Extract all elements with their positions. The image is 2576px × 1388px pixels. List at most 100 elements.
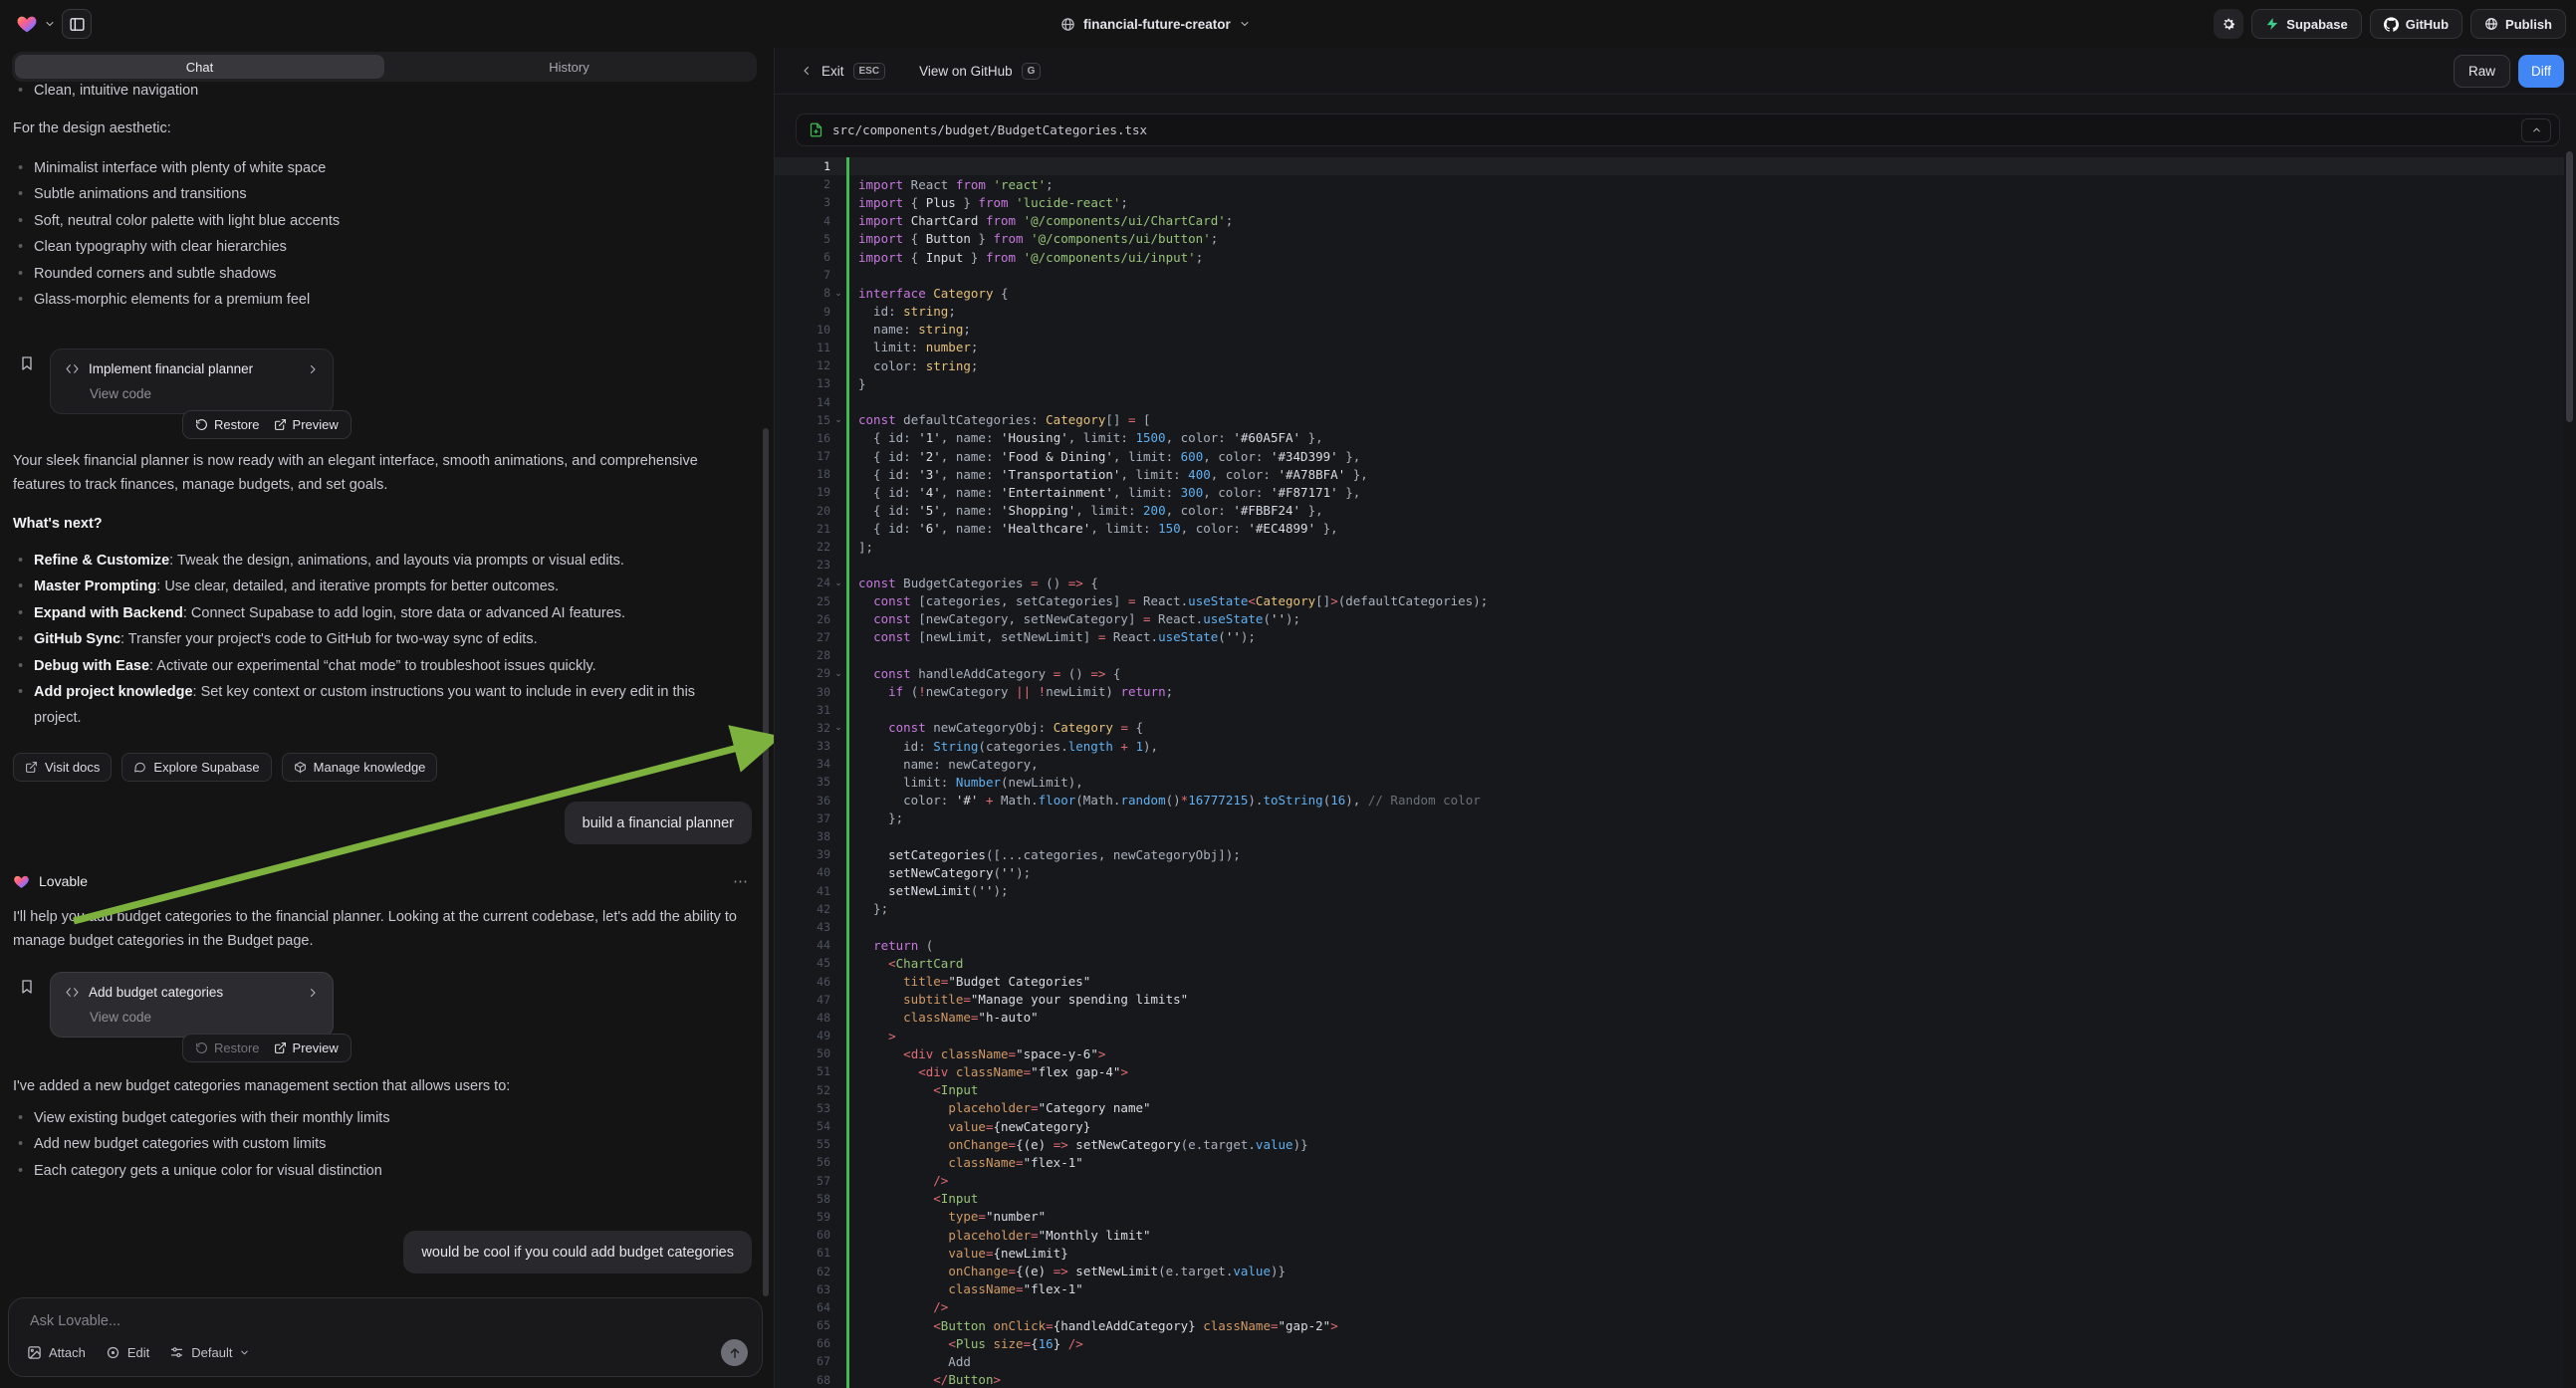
tab-chat[interactable]: Chat — [15, 55, 384, 79]
model-selector[interactable]: Default — [169, 1345, 250, 1360]
line-number: 16 — [775, 431, 830, 445]
line-number: 40 — [775, 865, 830, 879]
collapse-file-button[interactable] — [2521, 118, 2551, 142]
github-button[interactable]: GitHub — [2370, 9, 2462, 39]
bookmark-icon[interactable] — [19, 978, 35, 996]
code-brackets-icon — [65, 986, 80, 999]
code-text: setNewLimit(''); — [846, 883, 1009, 898]
raw-toggle-button[interactable]: Raw — [2454, 55, 2510, 88]
code-line: 9 id: string; — [775, 303, 2564, 321]
code-text: <Plus size={16} /> — [846, 1336, 1083, 1351]
lovable-heart-icon — [13, 873, 30, 890]
g-kbd: G — [1022, 63, 1042, 80]
view-code-link[interactable]: View code — [90, 386, 319, 401]
code-text: import ChartCard from '@/components/ui/C… — [846, 213, 1233, 228]
attach-button[interactable]: Attach — [27, 1345, 86, 1360]
code-text: <ChartCard — [846, 956, 963, 971]
project-switcher[interactable]: financial-future-creator — [1060, 0, 1251, 48]
supabase-button[interactable]: Supabase — [2251, 9, 2361, 39]
code-line: 58 <Input — [775, 1190, 2564, 1208]
line-number: 60 — [775, 1228, 830, 1242]
code-line: 15⌄const defaultCategories: Category[] =… — [775, 411, 2564, 429]
code-line: 12 color: string; — [775, 356, 2564, 374]
chat-scrollbar[interactable] — [763, 428, 769, 1296]
line-number: 42 — [775, 902, 830, 916]
code-text: type="number" — [846, 1209, 1046, 1224]
message-more-button[interactable]: ⋯ — [733, 872, 750, 890]
settings-button[interactable] — [2214, 9, 2243, 39]
whats-next-heading: What's next? — [13, 516, 103, 532]
code-text: const handleAddCategory = () => { — [846, 666, 1120, 681]
bookmark-icon[interactable] — [19, 354, 35, 372]
code-editor[interactable]: 12import React from 'react';3import { Pl… — [775, 157, 2564, 1388]
exit-button[interactable]: Exit ESC — [801, 63, 885, 80]
send-button[interactable] — [721, 1339, 748, 1366]
code-scrollbar[interactable] — [2566, 151, 2573, 422]
chevron-down-icon — [239, 1347, 250, 1358]
line-number: 33 — [775, 739, 830, 753]
code-line: 18 { id: '3', name: 'Transportation', li… — [775, 465, 2564, 483]
fold-chevron-icon[interactable]: ⌄ — [830, 722, 846, 733]
line-number: 56 — [775, 1155, 830, 1169]
restore-button-disabled[interactable]: Restore — [195, 1041, 260, 1055]
fold-chevron-icon[interactable]: ⌄ — [830, 414, 846, 425]
bullet-item: Expand with Backend: Connect Supabase to… — [0, 600, 727, 626]
view-code-link[interactable]: View code — [90, 1010, 319, 1025]
code-line: 3import { Plus } from 'lucide-react'; — [775, 193, 2564, 211]
code-text: { id: '6', name: 'Healthcare', limit: 15… — [846, 521, 1338, 536]
view-on-github-button[interactable]: View on GitHub G — [919, 63, 1041, 80]
lovable-heart-icon[interactable] — [16, 13, 38, 35]
diff-toggle-button[interactable]: Diff — [2518, 55, 2564, 88]
code-line: 68 </Button> — [775, 1371, 2564, 1388]
code-line: 36 color: '#' + Math.floor(Math.random()… — [775, 792, 2564, 810]
code-text: className="h-auto" — [846, 1010, 1039, 1025]
version-card-implement-planner[interactable]: Implement financial planner View code — [50, 348, 334, 414]
code-line: 53 placeholder="Category name" — [775, 1099, 2564, 1117]
line-number: 23 — [775, 558, 830, 572]
sidebar-toggle-button[interactable] — [62, 9, 92, 39]
code-text: placeholder="Category name" — [846, 1100, 1151, 1115]
line-number: 68 — [775, 1373, 830, 1387]
publish-globe-icon — [2484, 17, 2498, 31]
edit-mode-button[interactable]: Edit — [106, 1345, 149, 1360]
design-bullet-list: Minimalist interface with plenty of whit… — [0, 155, 737, 313]
project-title: financial-future-creator — [1083, 17, 1231, 32]
code-text: }; — [846, 810, 903, 825]
file-bar[interactable]: src/components/budget/BudgetCategories.t… — [796, 114, 2560, 146]
line-number: 53 — [775, 1101, 830, 1115]
edit-label: Edit — [127, 1345, 149, 1360]
preview-button[interactable]: Preview — [274, 1041, 339, 1055]
explore-supabase-button[interactable]: Explore Supabase — [121, 753, 271, 782]
package-icon — [294, 761, 307, 774]
bullet-item: Clean typography with clear hierarchies — [0, 234, 737, 260]
restore-icon — [195, 1041, 208, 1054]
tab-history[interactable]: History — [384, 55, 754, 79]
line-number: 25 — [775, 594, 830, 608]
fold-chevron-icon[interactable]: ⌄ — [830, 288, 846, 299]
chat-panel: Chat History Clean, intuitive navigation… — [0, 48, 774, 1388]
code-line: 11 limit: number; — [775, 339, 2564, 356]
code-line: 24⌄const BudgetCategories = () => { — [775, 574, 2564, 591]
code-line: 8⌄interface Category { — [775, 284, 2564, 302]
manage-knowledge-button[interactable]: Manage knowledge — [282, 753, 438, 782]
external-link-icon — [25, 761, 38, 774]
bullet-item: Subtle animations and transitions — [0, 181, 737, 207]
line-number: 6 — [775, 250, 830, 264]
fold-chevron-icon[interactable]: ⌄ — [830, 668, 846, 679]
version-card-title: Add budget categories — [89, 985, 298, 1000]
fold-chevron-icon[interactable]: ⌄ — [830, 578, 846, 588]
code-line: 17 { id: '2', name: 'Food & Dining', lim… — [775, 447, 2564, 465]
visit-docs-button[interactable]: Visit docs — [13, 753, 112, 782]
project-menu-chevron-icon[interactable] — [44, 18, 56, 30]
code-line: 19 { id: '4', name: 'Entertainment', lim… — [775, 483, 2564, 501]
preview-button[interactable]: Preview — [274, 417, 339, 432]
attach-label: Attach — [49, 1345, 86, 1360]
composer[interactable]: Ask Lovable... Attach Edit Default — [8, 1297, 763, 1377]
code-text: interface Category { — [846, 286, 1009, 301]
code-line: 25 const [categories, setCategories] = R… — [775, 592, 2564, 610]
code-text: name: string; — [846, 322, 971, 337]
publish-button[interactable]: Publish — [2470, 9, 2566, 39]
chevron-left-icon — [801, 65, 813, 77]
version-card-add-budget-categories[interactable]: Add budget categories View code — [50, 972, 334, 1038]
restore-button[interactable]: Restore — [195, 417, 260, 432]
